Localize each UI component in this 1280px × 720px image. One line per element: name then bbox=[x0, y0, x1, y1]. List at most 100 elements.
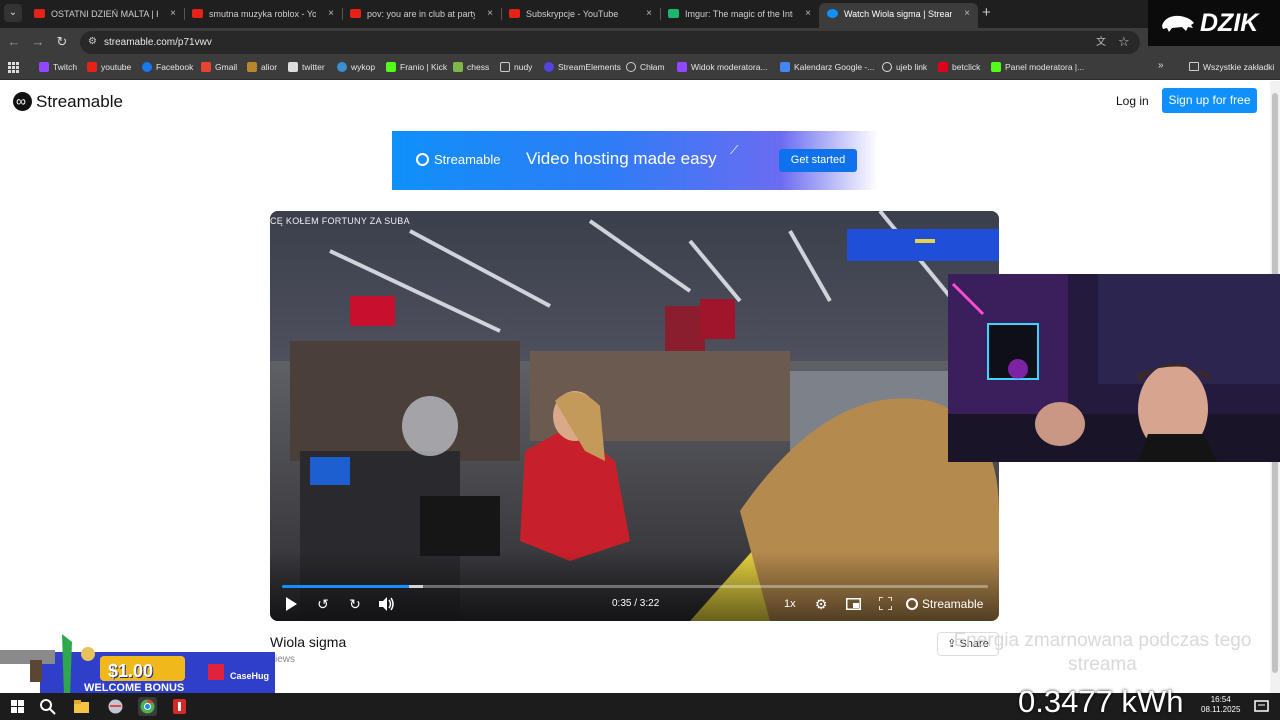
address-bar[interactable]: ⚙ streamable.com/p71vwv 文 ☆ bbox=[80, 31, 1140, 54]
bookmark-label: betclick bbox=[952, 62, 981, 72]
volume-button[interactable] bbox=[378, 595, 396, 613]
player-streamable-logo[interactable]: Streamable bbox=[906, 595, 983, 613]
fullscreen-button[interactable] bbox=[876, 595, 894, 613]
tab-title: pov: you are in club at party wit bbox=[367, 9, 475, 19]
windows-start-icon[interactable] bbox=[8, 697, 27, 716]
imgur-icon bbox=[668, 9, 679, 18]
tab-smutna-muzyka-roblox[interactable]: smutna muzyka roblox - YouTube × bbox=[184, 3, 342, 25]
bookmark-twitch[interactable]: Twitch bbox=[39, 56, 77, 78]
tab-title: smutna muzyka roblox - YouTube bbox=[209, 9, 316, 19]
bookmarks-overflow-chevron-icon[interactable]: » bbox=[1158, 60, 1164, 71]
bookmark-label: chess bbox=[467, 62, 490, 72]
play-button[interactable] bbox=[282, 595, 300, 613]
streamable-logo[interactable]: Streamable bbox=[13, 90, 123, 113]
bookmark-ujeb-link[interactable]: ujeb link bbox=[882, 56, 927, 78]
picture-in-picture-icon bbox=[845, 598, 861, 610]
gmail-icon bbox=[201, 62, 211, 72]
picture-in-picture-button[interactable] bbox=[844, 595, 862, 613]
video-player[interactable]: CĘ KOŁEM FORTUNY ZA SUBA ↺ ↻ 0:35 / 3:22… bbox=[270, 211, 999, 621]
back-button[interactable]: ← bbox=[6, 34, 22, 50]
bookmark-wykop[interactable]: wykop bbox=[337, 56, 375, 78]
get-started-button[interactable]: Get started bbox=[779, 149, 857, 172]
bookmark-betclick[interactable]: betclick bbox=[938, 56, 980, 78]
translate-icon[interactable]: 文 bbox=[1096, 36, 1110, 49]
apps-grid-icon[interactable] bbox=[8, 62, 19, 73]
site-info-icon[interactable]: ⚙ bbox=[88, 36, 100, 48]
tab-title: OSTATNI DZIEŃ MALTA | KONG bbox=[51, 9, 158, 19]
bookmark-alior[interactable]: alior bbox=[247, 56, 277, 78]
forward-button[interactable]: → bbox=[30, 34, 46, 50]
tab-search-button[interactable]: ⌄ bbox=[4, 4, 22, 22]
bookmark-chlam[interactable]: Chłam bbox=[626, 56, 665, 78]
close-icon[interactable]: × bbox=[646, 3, 652, 25]
bookmark-facebook[interactable]: Facebook bbox=[142, 56, 193, 78]
streamable-logo-icon bbox=[416, 153, 429, 166]
dzik-overlay-logo: DZIK bbox=[1148, 0, 1280, 46]
tab-imgur[interactable]: Imgur: The magic of the Internet × bbox=[660, 3, 819, 25]
bookmark-label: Gmail bbox=[215, 62, 238, 72]
tab-subskrypcje-youtube[interactable]: Subskrypcje - YouTube × bbox=[501, 3, 660, 25]
google-calendar-icon bbox=[780, 62, 790, 72]
signup-button[interactable]: Sign up for free bbox=[1162, 88, 1257, 113]
close-icon[interactable]: × bbox=[964, 3, 970, 25]
streamelements-icon bbox=[544, 62, 554, 72]
bookmark-gmail[interactable]: Gmail bbox=[201, 56, 237, 78]
bookmark-franio-kick[interactable]: Franio | Kick bbox=[386, 56, 447, 78]
tab-title: Watch Wiola sigma | Streamable bbox=[844, 9, 952, 19]
tab-watch-wiola-sigma[interactable]: Watch Wiola sigma | Streamable × bbox=[819, 3, 978, 28]
chrome-icon[interactable] bbox=[138, 697, 157, 716]
folder-icon bbox=[500, 62, 510, 72]
file-explorer-icon[interactable] bbox=[72, 697, 91, 716]
playback-time: 0:35 / 3:22 bbox=[612, 598, 660, 609]
playback-speed-button[interactable]: 1x bbox=[784, 595, 796, 613]
bookmark-folder-nudy[interactable]: nudy bbox=[500, 56, 532, 78]
bookmark-chess[interactable]: chess bbox=[453, 56, 489, 78]
bookmarks-bar: Twitch youtube Facebook Gmail alior twit… bbox=[0, 56, 1280, 80]
bookmark-twitter[interactable]: twitter bbox=[288, 56, 325, 78]
video-title: Wiola sigma bbox=[270, 634, 347, 650]
buffered-bar bbox=[409, 585, 424, 588]
youtube-icon bbox=[34, 9, 45, 18]
kick-icon bbox=[386, 62, 396, 72]
bookmark-kalendarz-google[interactable]: Kalendarz Google -... bbox=[780, 56, 874, 78]
app-icon[interactable] bbox=[106, 697, 125, 716]
all-bookmarks-folder[interactable]: Wszystkie zakładki bbox=[1189, 56, 1274, 78]
bookmark-widok-moderatora[interactable]: Widok moderatora... bbox=[677, 56, 768, 78]
forward-10-button[interactable]: ↻ bbox=[346, 595, 364, 613]
login-link[interactable]: Log in bbox=[1116, 91, 1149, 111]
clock-date: 08.11.2025 bbox=[1201, 705, 1241, 714]
tab-ostatni-dzien-malta[interactable]: OSTATNI DZIEŃ MALTA | KONG × bbox=[26, 3, 184, 25]
tab-title: Subskrypcje - YouTube bbox=[526, 9, 619, 19]
close-icon[interactable]: × bbox=[487, 3, 493, 25]
close-icon[interactable]: × bbox=[328, 3, 334, 25]
taskbar-clock[interactable]: 16:54 08.11.2025 bbox=[1201, 695, 1240, 715]
bookmark-label: nudy bbox=[514, 62, 533, 72]
settings-button[interactable]: ⚙ bbox=[812, 595, 830, 613]
new-tab-button[interactable]: + bbox=[982, 4, 991, 22]
x-twitter-icon bbox=[288, 62, 298, 72]
bookmark-star-icon[interactable]: ☆ bbox=[1118, 34, 1132, 50]
rewind-10-button[interactable]: ↺ bbox=[314, 595, 332, 613]
youtube-icon bbox=[87, 62, 97, 72]
progress-bar[interactable] bbox=[282, 585, 988, 588]
notification-icon[interactable] bbox=[1252, 697, 1271, 716]
sparkle-icon: ⟋ bbox=[730, 143, 739, 157]
app-icon[interactable] bbox=[170, 697, 189, 716]
bookmark-streamelements[interactable]: StreamElements bbox=[544, 56, 621, 78]
tab-pov-club-party[interactable]: pov: you are in club at party wit × bbox=[342, 3, 501, 25]
play-icon bbox=[286, 597, 297, 611]
folder-icon bbox=[1189, 62, 1199, 71]
wykop-icon bbox=[337, 62, 347, 72]
browser-tab-strip: ⌄ OSTATNI DZIEŃ MALTA | KONG × smutna mu… bbox=[0, 0, 1280, 28]
promo-banner[interactable]: Streamable Video hosting made easy ⟋ Get… bbox=[392, 131, 878, 190]
streamable-logo-icon bbox=[13, 90, 32, 112]
search-icon[interactable] bbox=[38, 697, 57, 716]
rewind-icon: ↺ bbox=[317, 596, 329, 612]
url-text[interactable]: streamable.com/p71vwv bbox=[104, 31, 212, 54]
reload-button[interactable]: ↻ bbox=[54, 34, 70, 50]
bookmark-panel-moderatora[interactable]: Panel moderatora |... bbox=[991, 56, 1084, 78]
close-icon[interactable]: × bbox=[805, 3, 811, 25]
bookmark-youtube[interactable]: youtube bbox=[87, 56, 131, 78]
close-icon[interactable]: × bbox=[170, 3, 176, 25]
fast-forward-icon: ↻ bbox=[349, 596, 361, 612]
